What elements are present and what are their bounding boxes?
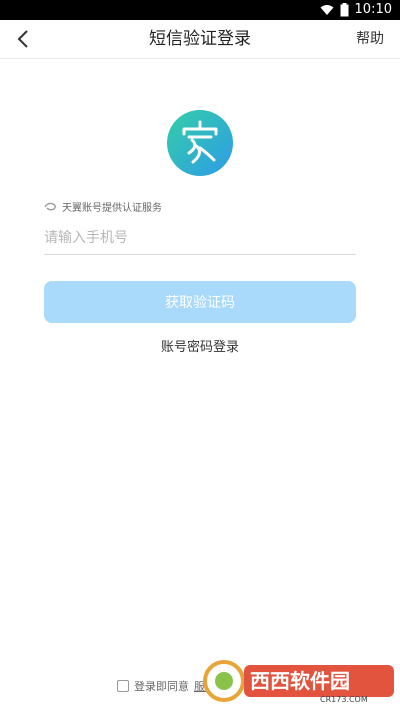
status-time: 10:10: [354, 2, 392, 17]
status-icons: 10:10: [320, 2, 392, 18]
phone-input[interactable]: [44, 224, 356, 252]
help-link[interactable]: 帮助: [356, 20, 384, 58]
back-button[interactable]: [8, 24, 38, 54]
password-login-link[interactable]: 账号密码登录: [0, 336, 400, 355]
agreement-prefix: 登录即同意: [134, 680, 189, 693]
phone-field: [44, 224, 356, 255]
tianyi-icon: [44, 202, 56, 211]
svg-text:西西软件园: 西西软件园: [250, 669, 350, 693]
get-code-button[interactable]: 获取验证码: [44, 281, 356, 323]
family-home-logo-icon: [167, 110, 233, 176]
watermark-logo: 西西软件园 CR173.COM: [203, 660, 394, 704]
status-bar: 10:10: [0, 0, 400, 20]
chevron-left-icon: [17, 30, 28, 48]
nav-bar: 短信验证登录 帮助: [0, 20, 400, 59]
provider-text: 天翼账号提供认证服务: [62, 202, 162, 214]
agreement-checkbox[interactable]: [117, 680, 129, 692]
battery-icon: [340, 3, 349, 17]
provider-row: 天翼账号提供认证服务: [44, 198, 162, 214]
wifi-icon: [320, 5, 334, 15]
page-title: 短信验证登录: [149, 29, 251, 49]
svg-text:CR173.COM: CR173.COM: [320, 695, 368, 704]
